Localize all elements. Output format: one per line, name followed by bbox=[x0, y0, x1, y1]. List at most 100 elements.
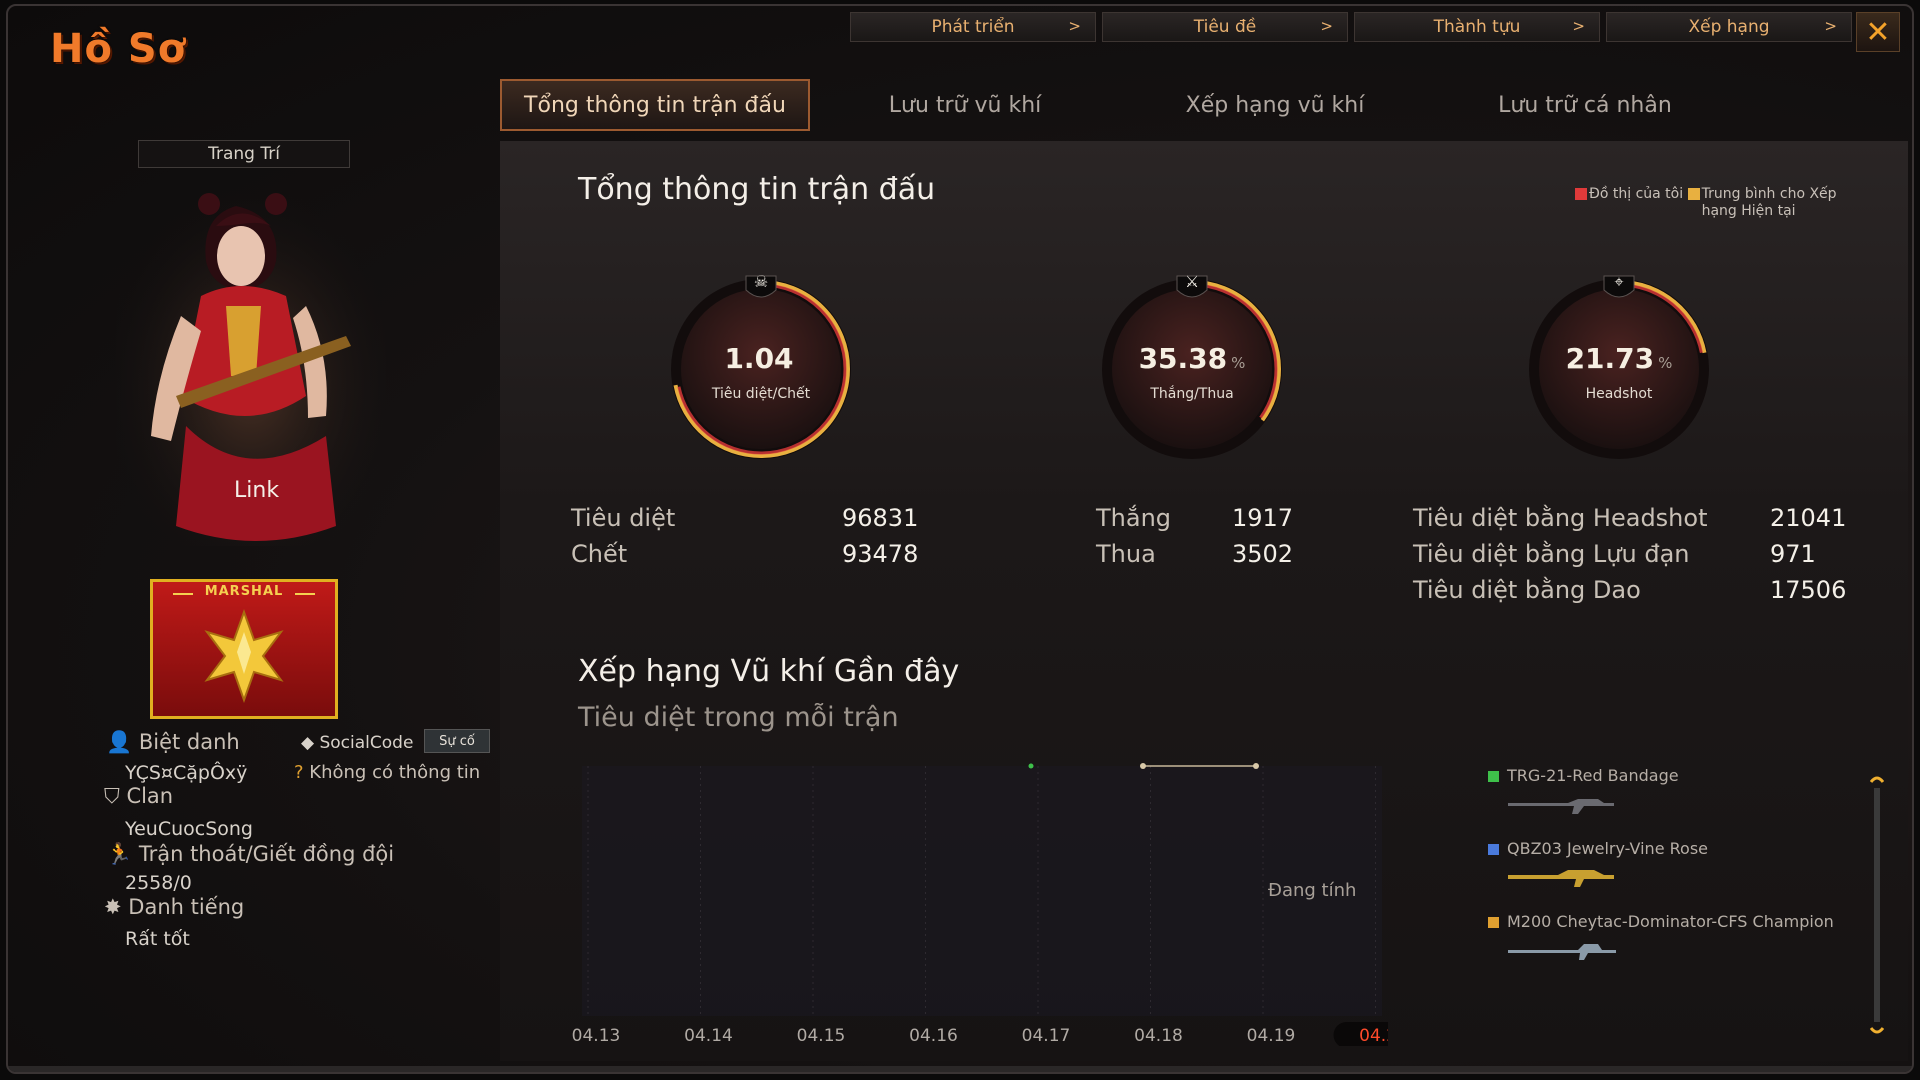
kills-value: 96831 bbox=[842, 504, 919, 532]
topnav-label: Thành tựu bbox=[1433, 17, 1521, 37]
x-tick-label: 04.19 bbox=[1247, 1026, 1296, 1046]
x-tick-label: 04.17 bbox=[1022, 1026, 1071, 1046]
clan-label-text: Clan bbox=[126, 784, 174, 808]
kills-label: Tiêu diệt bbox=[571, 504, 676, 532]
chevron-right-icon: > bbox=[1572, 17, 1585, 35]
gauge-value-number: 21.73 bbox=[1565, 342, 1655, 375]
decor-button[interactable]: Trang Trí bbox=[138, 140, 350, 168]
losses-label: Thua bbox=[1096, 540, 1156, 568]
gauge-label: Headshot bbox=[1585, 386, 1653, 402]
section-title: Tổng thông tin trận đấu bbox=[578, 172, 936, 207]
gauge-value: 35.38% bbox=[1097, 342, 1287, 375]
gauge-unit: % bbox=[1231, 354, 1246, 372]
weapon-swatch bbox=[1488, 917, 1499, 928]
socialcode-label: ◆ SocialCode bbox=[301, 733, 413, 753]
close-button[interactable]: ✕ bbox=[1856, 12, 1900, 52]
x-tick-label: 04.14 bbox=[684, 1026, 733, 1046]
top-nav: Phát triển > Tiêu đề > Thành tựu > Xếp hạng… bbox=[850, 12, 1852, 42]
knife-kills-label: Tiêu diệt bằng Dao bbox=[1413, 576, 1641, 604]
weapon-name: TRG-21-Red Bandage bbox=[1507, 766, 1679, 785]
tag-icon: ◆ bbox=[301, 733, 315, 753]
tab-match-summary[interactable]: Tổng thông tin trận đấu bbox=[500, 79, 810, 131]
incident-button[interactable]: Sự cố bbox=[424, 729, 490, 753]
scrollbar[interactable] bbox=[1870, 774, 1884, 1036]
winrate-gauge: 35.38% Thắng/Thua ⚔ bbox=[1097, 272, 1287, 464]
character-name: Link bbox=[234, 478, 280, 503]
reputation-value: Rất tốt bbox=[125, 928, 190, 950]
sniper-icon bbox=[1508, 944, 1616, 960]
chevron-right-icon: > bbox=[1824, 17, 1837, 35]
reputation-label-text: Danh tiếng bbox=[128, 895, 245, 919]
socialcode-label-text: SocialCode bbox=[319, 733, 414, 753]
crosshair-icon: ⌖ bbox=[1614, 272, 1624, 291]
legend-mine: Đồ thị của tôi bbox=[1589, 186, 1684, 202]
desert-label: 🏃 Trận thoát/Giết đồng đội bbox=[106, 842, 394, 867]
gauge-value-number: 35.38 bbox=[1138, 342, 1228, 375]
scroll-up-icon bbox=[1870, 776, 1884, 783]
nickname-label: 👤 Biệt danh bbox=[106, 730, 240, 755]
grenade-kills-label: Tiêu diệt bằng Lựu đạn bbox=[1413, 540, 1690, 568]
deaths-value: 93478 bbox=[842, 540, 919, 568]
pending-label: Đang tính bbox=[1268, 880, 1356, 901]
desert-value: 2558/0 bbox=[125, 872, 192, 894]
weapon-legend-item[interactable]: TRG-21-Red Bandage bbox=[1488, 766, 1679, 785]
topnav-achievements[interactable]: Thành tựu > bbox=[1354, 12, 1600, 42]
x-tick-label: 04.15 bbox=[797, 1026, 846, 1046]
user-icon: 👤 bbox=[106, 730, 133, 754]
chart-legend: Đồ thị của tôi Trung bình cho Xếp hạng H… bbox=[1575, 186, 1852, 220]
star-icon bbox=[173, 593, 315, 703]
weapon-legend-item[interactable]: QBZ03 Jewelry-Vine Rose bbox=[1488, 839, 1708, 858]
chart-point bbox=[1140, 763, 1146, 769]
gauge-value: 1.04 bbox=[666, 342, 856, 375]
wins-label: Thắng bbox=[1096, 504, 1172, 532]
recent-weapon-chart: 04.13 04.14 04.15 04.16 04.17 04.18 04.19 04.20… bbox=[572, 763, 1388, 1046]
x-tick-label: 04.13 bbox=[572, 1026, 621, 1046]
topnav-development[interactable]: Phát triển > bbox=[850, 12, 1096, 42]
rank-badge: MARSHAL bbox=[150, 579, 338, 719]
gauge-value: 21.73% bbox=[1524, 342, 1714, 375]
grenade-kills-value: 971 bbox=[1770, 540, 1816, 568]
weapon-name: QBZ03 Jewelry-Vine Rose bbox=[1507, 839, 1708, 858]
wins-value: 1917 bbox=[1232, 504, 1294, 532]
topnav-label: Phát triển bbox=[931, 17, 1015, 37]
question-icon: ? bbox=[294, 762, 304, 783]
gauge-unit: % bbox=[1658, 354, 1673, 372]
rifle-icon bbox=[1508, 870, 1614, 887]
chart-plot-area bbox=[582, 766, 1382, 1016]
socialcode-info-text: Không có thông tin bbox=[309, 762, 481, 783]
chart-point bbox=[1253, 763, 1259, 769]
losses-value: 3502 bbox=[1232, 540, 1294, 568]
weapon-swatch bbox=[1488, 844, 1499, 855]
topnav-ranking[interactable]: Xếp hạng > bbox=[1606, 12, 1852, 42]
scroll-down-icon bbox=[1870, 1027, 1884, 1034]
nickname-value: YÇS¤CặpÔxÿ bbox=[125, 762, 248, 784]
chevron-right-icon: > bbox=[1068, 17, 1081, 35]
topnav-label: Tiêu đề bbox=[1193, 17, 1257, 37]
recent-title: Xếp hạng Vũ khí Gần đây bbox=[578, 654, 960, 689]
x-tick-label: 04.18 bbox=[1134, 1026, 1183, 1046]
tab-personal-archive[interactable]: Lưu trữ cá nhân bbox=[1430, 79, 1740, 131]
knife-kills-value: 17506 bbox=[1770, 576, 1847, 604]
x-tick-label: 04.16 bbox=[909, 1026, 958, 1046]
nickname-label-text: Biệt danh bbox=[138, 730, 240, 754]
profile-window: Hồ Sơ Phát triển > Tiêu đề > Thành tựu > Xế… bbox=[6, 4, 1914, 1074]
x-tick-label: 04.20 bbox=[1359, 1026, 1388, 1046]
legend-swatch-mine bbox=[1575, 188, 1587, 200]
topnav-titles[interactable]: Tiêu đề > bbox=[1102, 12, 1348, 42]
skull-icon: ☠ bbox=[753, 272, 769, 291]
crossed-swords-icon: ⚔ bbox=[1184, 272, 1200, 291]
tab-weapon-ranking[interactable]: Xếp hạng vũ khí bbox=[1120, 79, 1430, 131]
reputation-label: ✸ Danh tiếng bbox=[104, 895, 244, 919]
rifle-icon bbox=[1508, 799, 1614, 814]
socialcode-info: ? Không có thông tin bbox=[294, 762, 480, 783]
topnav-label: Xếp hạng bbox=[1688, 17, 1770, 37]
headshot-gauge: 21.73% Headshot ⌖ bbox=[1524, 272, 1714, 464]
running-icon: 🏃 bbox=[106, 842, 133, 866]
tab-bar: Tổng thông tin trận đấu Lưu trữ vũ khí X… bbox=[500, 79, 1740, 131]
weapon-legend-item[interactable]: M200 Cheytac-Dominator-CFS Champion bbox=[1488, 912, 1834, 931]
recent-subtitle: Tiêu diệt trong mỗi trận bbox=[578, 702, 899, 733]
tab-weapon-archive[interactable]: Lưu trữ vũ khí bbox=[810, 79, 1120, 131]
gauge-label: Tiêu diệt/Chết bbox=[711, 386, 811, 402]
legend-swatch-avg bbox=[1687, 188, 1700, 200]
gauge-label: Thắng/Thua bbox=[1150, 386, 1234, 402]
